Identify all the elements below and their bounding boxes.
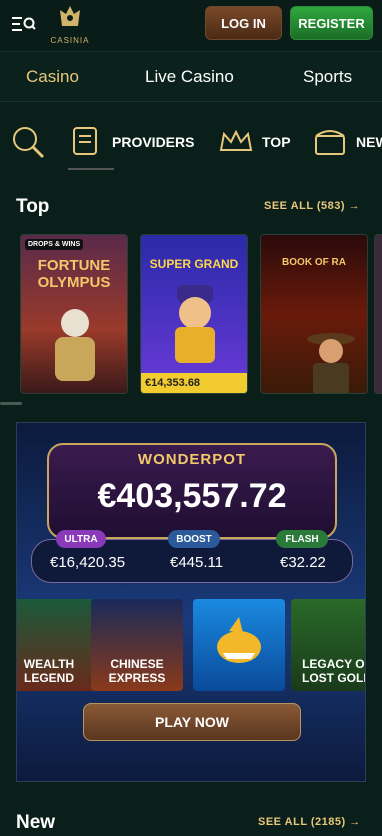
game-card-super-grand[interactable]: SUPER GRAND €14,353.68 — [140, 234, 248, 394]
jackpot-boost-tag: BOOST — [168, 530, 220, 548]
game-badge: DROPS & WINS — [25, 239, 84, 250]
wonderpot-amount: €403,557.72 — [97, 477, 287, 515]
search-icon — [13, 127, 45, 159]
wonderpot-game-chinese-express[interactable]: CHINESE EXPRESS — [91, 599, 183, 691]
scroll-icon — [73, 127, 97, 155]
filter-top[interactable]: TOP — [218, 120, 291, 164]
jackpot-ultra-value: €16,420.35 — [50, 554, 126, 571]
shark-figure-icon — [217, 617, 261, 663]
filter-top-label: TOP — [262, 134, 291, 150]
wonderpot-panel: WONDERPOT €403,557.72 ULTRA €16,420.35 B… — [16, 422, 366, 782]
game-title: BOOK OF RA — [282, 257, 346, 268]
tab-sports[interactable]: Sports — [303, 67, 352, 87]
carousel-scroll-indicator — [0, 402, 22, 405]
jackpot-flash-value: €32.22 — [280, 554, 326, 571]
menu-search-icon[interactable] — [12, 14, 36, 34]
game-title: SUPER GRAND — [149, 257, 239, 271]
top-section-title: Top — [16, 196, 50, 217]
top-header: CASINIA LOG IN REGISTER — [0, 0, 382, 52]
wonderpot-game-wealth-legend[interactable]: WEALTH LEGEND — [17, 599, 95, 691]
jackpot-ultra-tag: ULTRA — [56, 530, 106, 548]
crown-logo-icon — [60, 6, 80, 26]
tab-casino[interactable]: Casino — [26, 67, 79, 87]
wonderpot-banner: WONDERPOT €403,557.72 — [47, 443, 337, 539]
game-card-fortune-olympus[interactable]: DROPS & WINS FORTUNE OLYMPUS — [20, 234, 128, 394]
game-card-book-of-ra[interactable]: BOOK OF RA — [260, 234, 368, 394]
zeus-figure-icon — [55, 309, 95, 381]
new-section-title: New — [16, 812, 56, 833]
jackpot-boost-value: €445.11 — [170, 554, 224, 571]
game-title: FORTUNE OLYMPUS — [37, 257, 111, 291]
filter-providers[interactable]: PROVIDERS — [68, 120, 194, 164]
top-see-all-link[interactable]: SEE ALL (583) → — [264, 200, 360, 212]
mini-game-title: LEGACY OF LOST GOLD — [302, 657, 366, 685]
filter-search[interactable] — [10, 120, 46, 164]
filter-active-indicator — [68, 168, 114, 170]
mini-game-title: WEALTH LEGEND — [23, 657, 75, 685]
crown-icon — [219, 129, 253, 151]
tab-live-casino[interactable]: Live Casino — [145, 67, 234, 87]
chest-icon — [315, 130, 345, 155]
explorer-figure-icon — [307, 333, 355, 393]
wonderpot-game-shark[interactable] — [193, 599, 285, 691]
category-tabs: Casino Live Casino Sports — [0, 52, 382, 102]
mini-game-title: CHINESE EXPRESS — [108, 657, 166, 685]
jackpot-price: €14,353.68 — [141, 373, 247, 393]
wonderpot-game-legacy-of-lost-gold[interactable]: LEGACY OF LOST GOLD — [291, 599, 366, 691]
login-button[interactable]: LOG IN — [205, 6, 282, 40]
wonderpot-title: WONDERPOT — [137, 451, 247, 468]
filter-new-label: NEW — [356, 134, 382, 150]
new-see-all-link[interactable]: SEE ALL (2185) → — [258, 816, 361, 828]
filter-new[interactable]: NEW — [312, 120, 382, 164]
register-button[interactable]: REGISTER — [290, 6, 373, 40]
jackpot-tiers: ULTRA €16,420.35 BOOST €445.11 FLASH €32… — [31, 530, 353, 583]
logo-text: CASINIA — [50, 36, 90, 45]
play-now-button[interactable]: PLAY NOW — [83, 703, 301, 741]
filter-providers-label: PROVIDERS — [112, 134, 195, 150]
mascot-figure-icon — [175, 285, 215, 363]
casinia-logo[interactable]: CASINIA — [48, 4, 92, 48]
game-card-partial[interactable] — [374, 234, 382, 394]
filters-row: PROVIDERS TOP NEW — [0, 120, 382, 170]
jackpot-flash-tag: FLASH — [276, 530, 328, 548]
